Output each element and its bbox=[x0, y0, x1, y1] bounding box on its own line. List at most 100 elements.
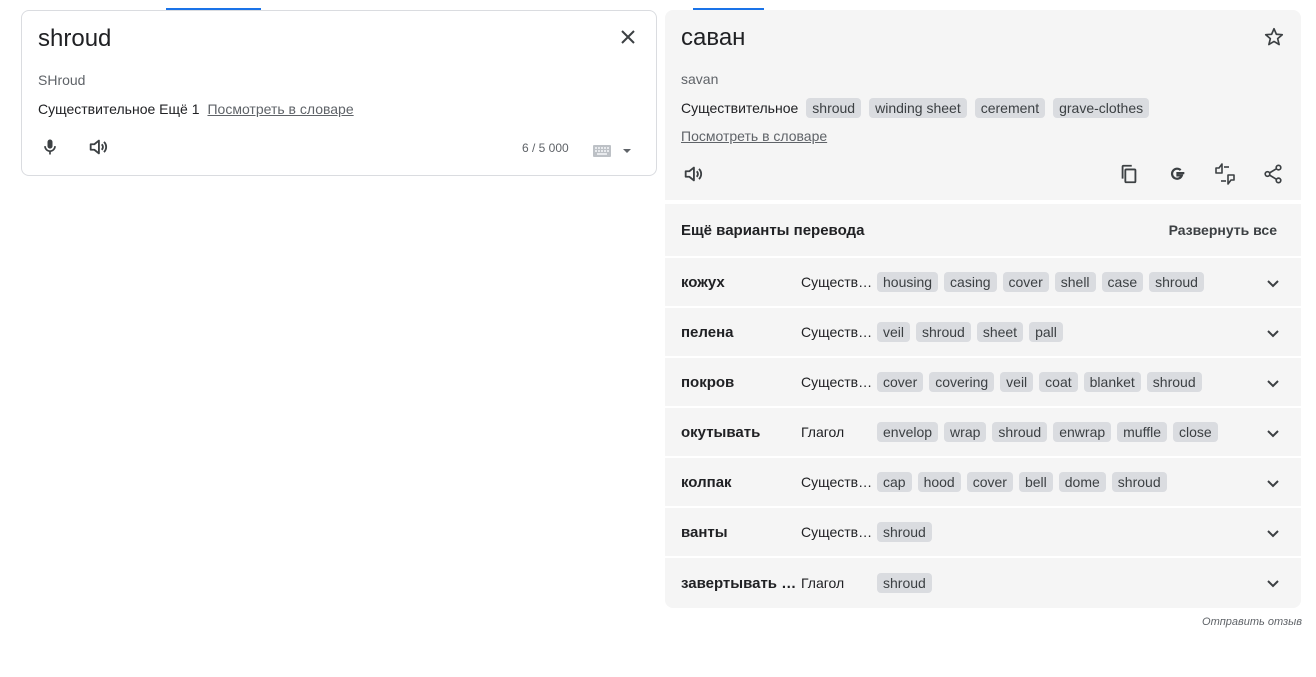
back-translation-chip[interactable]: housing bbox=[877, 272, 939, 292]
back-translation-chip[interactable]: wrap bbox=[944, 422, 987, 442]
listen-source-button[interactable] bbox=[86, 135, 110, 159]
back-translation-chip[interactable]: blanket bbox=[1083, 372, 1141, 392]
back-translation-chip[interactable]: covering bbox=[929, 372, 995, 392]
back-translation-chip[interactable]: shroud bbox=[1111, 472, 1167, 492]
back-translation-chip[interactable]: sheet bbox=[976, 322, 1024, 342]
expand-row-button[interactable] bbox=[1261, 371, 1285, 395]
alternatives-header: Ещё варианты перевода Развернуть все bbox=[665, 204, 1301, 258]
expand-row-button[interactable] bbox=[1261, 471, 1285, 495]
char-counter: 6 / 5 000 bbox=[522, 141, 569, 155]
expand-row-button[interactable] bbox=[1261, 421, 1285, 445]
expand-all-button[interactable]: Развернуть все bbox=[1169, 222, 1277, 238]
target-toolbar-right bbox=[1117, 162, 1285, 186]
alternative-row[interactable]: колпак Существительное cap hood cover be… bbox=[665, 458, 1301, 508]
clear-button[interactable] bbox=[616, 25, 640, 49]
source-meta: Существительное Ещё 1 Посмотреть в слова… bbox=[38, 101, 354, 117]
source-pos-label[interactable]: Существительное Ещё 1 bbox=[38, 101, 199, 117]
alternative-pos: Глагол bbox=[801, 424, 845, 440]
alternative-row[interactable]: кожух Существительное housing casing cov… bbox=[665, 258, 1301, 308]
back-translation-chip[interactable]: shroud bbox=[992, 422, 1048, 442]
back-translation-chip[interactable]: veil bbox=[1000, 372, 1034, 392]
keyboard-button[interactable] bbox=[592, 144, 612, 158]
expand-row-button[interactable] bbox=[1261, 571, 1285, 595]
alternatives-panel: Ещё варианты перевода Развернуть все кож… bbox=[665, 204, 1301, 608]
back-translation-chip[interactable]: shroud bbox=[877, 573, 932, 593]
back-translation-chip[interactable]: cover bbox=[1002, 272, 1049, 292]
back-translation-chip[interactable]: cover bbox=[877, 372, 924, 392]
search-google-button[interactable] bbox=[1165, 162, 1189, 186]
source-toolbar bbox=[38, 135, 110, 159]
source-transliteration: SHroud bbox=[38, 72, 86, 88]
source-panel: shroud SHroud Существительное Ещё 1 Посм… bbox=[21, 10, 657, 176]
input-tools-dropdown[interactable] bbox=[622, 148, 632, 154]
back-translation-chip[interactable]: shroud bbox=[1146, 372, 1202, 392]
back-translation-chip[interactable]: coat bbox=[1039, 372, 1078, 392]
rate-translation-button[interactable] bbox=[1213, 162, 1237, 186]
target-transliteration: savan bbox=[681, 71, 719, 87]
alternative-pos: Существительное bbox=[801, 274, 877, 290]
expand-row-button[interactable] bbox=[1261, 271, 1285, 295]
back-translation-chip[interactable]: muffle bbox=[1117, 422, 1168, 442]
back-translation-chip[interactable]: cap bbox=[877, 472, 912, 492]
target-chip[interactable]: cerement bbox=[974, 98, 1046, 118]
voice-input-button[interactable] bbox=[38, 135, 62, 159]
source-dictionary-link[interactable]: Посмотреть в словаре bbox=[207, 101, 353, 117]
chevron-down-icon bbox=[1267, 380, 1279, 388]
back-translation-chip[interactable]: hood bbox=[917, 472, 961, 492]
source-input[interactable]: shroud bbox=[38, 25, 111, 53]
save-translation-button[interactable] bbox=[1263, 26, 1285, 48]
alternative-row[interactable]: ванты Существительное shroud bbox=[665, 508, 1301, 558]
dropdown-arrow-icon bbox=[623, 149, 631, 153]
close-icon bbox=[621, 30, 635, 44]
back-translation-chip[interactable]: shroud bbox=[877, 522, 932, 542]
alternative-row[interactable]: завертывать в саван Глагол shroud bbox=[665, 558, 1301, 608]
alternatives-title: Ещё варианты перевода bbox=[681, 221, 865, 239]
back-translation-chip[interactable]: cover bbox=[966, 472, 1013, 492]
share-icon bbox=[1264, 164, 1282, 184]
send-feedback-link[interactable]: Отправить отзыв bbox=[1202, 616, 1302, 628]
alternative-word: кожух bbox=[681, 273, 725, 291]
alternative-pos: Существительное bbox=[801, 524, 877, 540]
alternative-pos: Существительное bbox=[801, 474, 877, 490]
back-translation-chip[interactable]: shroud bbox=[916, 322, 971, 342]
alternative-row[interactable]: окутывать Глагол envelop wrap shroud enw… bbox=[665, 408, 1301, 458]
alternative-row[interactable]: пелена Существительное veil shroud sheet… bbox=[665, 308, 1301, 358]
mic-icon bbox=[44, 139, 56, 155]
back-translation-chip[interactable]: veil bbox=[877, 322, 911, 342]
listen-translation-button[interactable] bbox=[681, 162, 705, 186]
back-translation-chip[interactable]: casing bbox=[944, 272, 997, 292]
chevron-down-icon bbox=[1267, 480, 1279, 488]
target-dictionary-link[interactable]: Посмотреть в словаре bbox=[681, 128, 827, 144]
alternative-chips: shroud bbox=[877, 522, 1237, 542]
back-translation-chip[interactable]: enwrap bbox=[1053, 422, 1112, 442]
expand-row-button[interactable] bbox=[1261, 521, 1285, 545]
star-icon bbox=[1264, 27, 1284, 46]
copy-button[interactable] bbox=[1117, 162, 1141, 186]
target-chip[interactable]: winding sheet bbox=[869, 98, 967, 118]
back-translation-chip[interactable]: shroud bbox=[1149, 272, 1204, 292]
target-chip[interactable]: grave-clothes bbox=[1053, 98, 1150, 118]
alternative-word: окутывать bbox=[681, 423, 761, 441]
alternative-pos: Существительное bbox=[801, 374, 877, 390]
alternative-pos: Глагол bbox=[801, 575, 845, 591]
alternative-word: ванты bbox=[681, 523, 728, 541]
alternative-row[interactable]: покров Существительное cover covering ve… bbox=[665, 358, 1301, 408]
alternative-word: завертывать в саван bbox=[681, 574, 801, 592]
target-pos-label: Существительное bbox=[681, 100, 799, 116]
copy-icon bbox=[1121, 164, 1137, 184]
back-translation-chip[interactable]: shell bbox=[1054, 272, 1096, 292]
target-chip[interactable]: shroud bbox=[806, 98, 862, 118]
share-button[interactable] bbox=[1261, 162, 1285, 186]
google-icon bbox=[1171, 167, 1185, 180]
back-translation-chip[interactable]: dome bbox=[1058, 472, 1106, 492]
back-translation-chip[interactable]: envelop bbox=[877, 422, 939, 442]
back-translation-chip[interactable]: close bbox=[1173, 422, 1218, 442]
alternative-word: пелена bbox=[681, 323, 734, 341]
expand-row-button[interactable] bbox=[1261, 321, 1285, 345]
alternative-word: колпак bbox=[681, 473, 732, 491]
chevron-down-icon bbox=[1267, 430, 1279, 438]
chevron-down-icon bbox=[1267, 330, 1279, 338]
back-translation-chip[interactable]: bell bbox=[1018, 472, 1053, 492]
back-translation-chip[interactable]: pall bbox=[1029, 322, 1063, 342]
back-translation-chip[interactable]: case bbox=[1101, 272, 1144, 292]
